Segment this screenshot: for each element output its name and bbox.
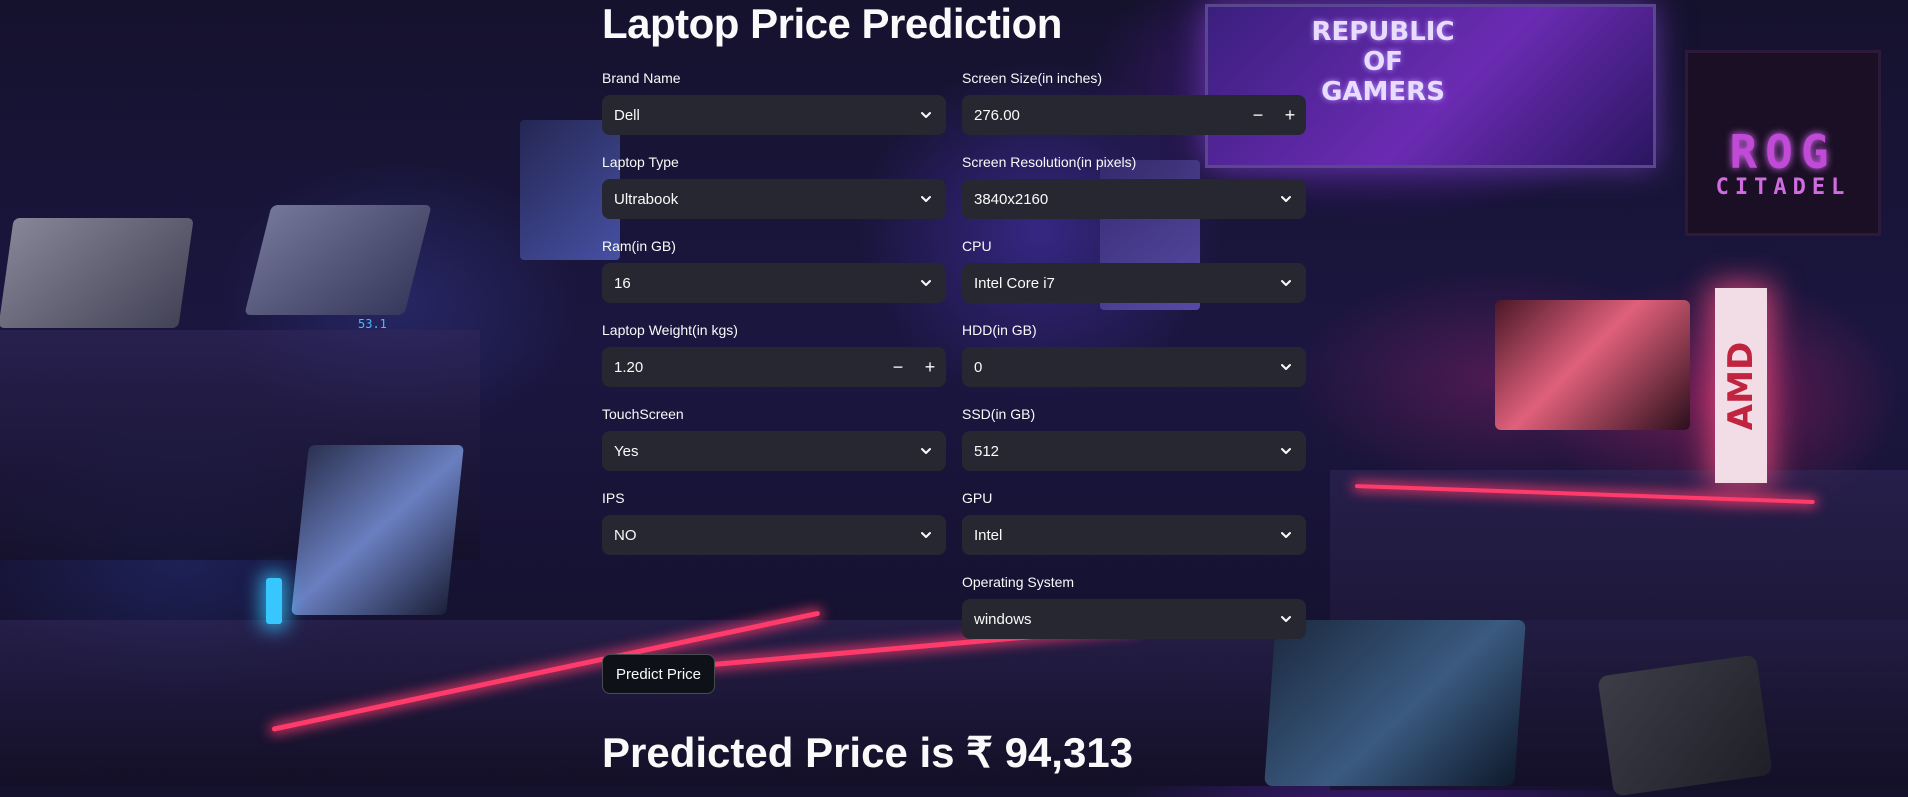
ssd-value: 512 <box>974 442 1000 460</box>
weight-number-input[interactable]: 1.20 − + <box>602 347 946 387</box>
resolution-select[interactable]: 3840x2160 <box>962 179 1306 219</box>
weight-label: Laptop Weight(in kgs) <box>602 322 738 338</box>
screen-size-label: Screen Size(in inches) <box>962 70 1103 86</box>
screen-size-number-input[interactable]: 276.00 − + <box>962 95 1306 135</box>
laptop-front-left <box>291 445 464 615</box>
chevron-down-icon <box>1266 444 1306 458</box>
screen-size-increment-button[interactable]: + <box>1274 95 1306 135</box>
poster-text: REPUBLIC OF GAMERS <box>1311 17 1455 107</box>
ram-value: 16 <box>614 274 631 292</box>
laptop-type-field: Laptop Type Ultrabook <box>602 151 946 219</box>
chevron-down-icon <box>906 108 946 122</box>
chevron-down-icon <box>1266 276 1306 290</box>
weight-increment-button[interactable]: + <box>914 347 946 387</box>
blue-lamp <box>266 578 282 624</box>
touchscreen-label: TouchScreen <box>602 406 684 422</box>
ROG-citadel-sign: ROG CITADEL <box>1685 50 1881 236</box>
brand-label: Brand Name <box>602 70 681 86</box>
os-label: Operating System <box>962 574 1075 590</box>
hdd-value: 0 <box>974 358 983 376</box>
gpu-select[interactable]: Intel <box>962 515 1306 555</box>
predict-price-button[interactable]: Predict Price <box>602 654 716 694</box>
sign-top-text: ROG <box>1729 125 1837 179</box>
cpu-field: CPU Intel Core i7 <box>962 235 1306 303</box>
hdd-field: HDD(in GB) 0 <box>962 319 1306 387</box>
brand-select[interactable]: Dell <box>602 95 946 135</box>
ips-value: NO <box>614 526 637 544</box>
laptop-type-select[interactable]: Ultrabook <box>602 179 946 219</box>
cpu-label: CPU <box>962 238 992 254</box>
brand-value: Dell <box>614 106 640 124</box>
weight-field: Laptop Weight(in kgs) 1.20 − + <box>602 319 946 387</box>
chevron-down-icon <box>906 192 946 206</box>
chevron-down-icon <box>1266 360 1306 374</box>
chevron-down-icon <box>1266 192 1306 206</box>
chevron-down-icon <box>1266 528 1306 542</box>
laptop-left-2 <box>244 205 432 315</box>
laptop-right <box>1495 300 1690 430</box>
weight-decrement-button[interactable]: − <box>882 347 914 387</box>
touchscreen-field: TouchScreen Yes <box>602 403 946 471</box>
gpu-value: Intel <box>974 526 1003 544</box>
ram-select[interactable]: 16 <box>602 263 946 303</box>
cpu-select[interactable]: Intel Core i7 <box>962 263 1306 303</box>
ips-field: IPS NO <box>602 487 946 555</box>
laptop-left <box>0 218 194 328</box>
ssd-field: SSD(in GB) 512 <box>962 403 1306 471</box>
touchscreen-select[interactable]: Yes <box>602 431 946 471</box>
os-field: Operating System windows <box>962 571 1306 639</box>
os-value: windows <box>974 610 1032 628</box>
resolution-value: 3840x2160 <box>974 190 1049 208</box>
hdd-select[interactable]: 0 <box>962 347 1306 387</box>
cpu-value: Intel Core i7 <box>974 274 1055 292</box>
chevron-down-icon <box>906 528 946 542</box>
laptop-tent <box>1264 620 1526 786</box>
chevron-down-icon <box>906 276 946 290</box>
screen-size-decrement-button[interactable]: − <box>1242 95 1274 135</box>
sign-bottom-text: CITADEL <box>1715 175 1851 200</box>
os-select[interactable]: windows <box>962 599 1306 639</box>
weight-value[interactable]: 1.20 <box>614 359 882 376</box>
background-scene: REPUBLIC OF GAMERS ROG CITADEL AMD 53.1 <box>0 0 1908 797</box>
predicted-price-text: Predicted Price is ₹ 94,313 <box>602 729 1134 776</box>
touchscreen-value: Yes <box>614 442 639 460</box>
gpu-field: GPU Intel <box>962 487 1306 555</box>
ips-select[interactable]: NO <box>602 515 946 555</box>
laptop-type-label: Laptop Type <box>602 154 679 170</box>
ram-label: Ram(in GB) <box>602 238 676 254</box>
amd-sign-text: AMD <box>1721 341 1761 431</box>
neon-strip-left <box>271 610 821 732</box>
ssd-select[interactable]: 512 <box>962 431 1306 471</box>
page-title: Laptop Price Prediction <box>602 0 1062 47</box>
resolution-field: Screen Resolution(in pixels) 3840x2160 <box>962 151 1306 219</box>
screen-size-value[interactable]: 276.00 <box>974 107 1242 124</box>
device-display: 53.1 <box>358 317 387 331</box>
screen-size-field: Screen Size(in inches) 276.00 − + <box>962 67 1306 135</box>
neon-strip-right <box>1354 484 1815 505</box>
amd-sign: AMD <box>1715 288 1767 483</box>
laptop-bottom-right <box>1597 654 1773 797</box>
resolution-label: Screen Resolution(in pixels) <box>962 154 1137 170</box>
laptop-type-value: Ultrabook <box>614 190 679 208</box>
hdd-label: HDD(in GB) <box>962 322 1037 338</box>
brand-field: Brand Name Dell <box>602 67 946 135</box>
ram-field: Ram(in GB) 16 <box>602 235 946 303</box>
chevron-down-icon <box>906 444 946 458</box>
ips-label: IPS <box>602 490 625 506</box>
gpu-label: GPU <box>962 490 993 506</box>
ssd-label: SSD(in GB) <box>962 406 1036 422</box>
chevron-down-icon <box>1266 612 1306 626</box>
